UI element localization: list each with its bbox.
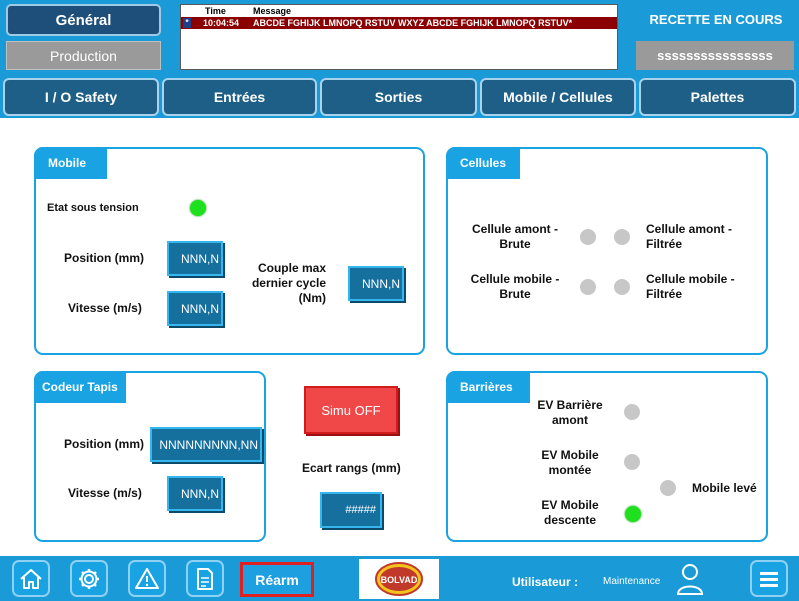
rearm-button[interactable]: Réarm	[240, 562, 314, 597]
tab-entrees[interactable]: Entrées	[162, 78, 317, 116]
ev-barriere-amont-label: EV Barrière amont	[537, 398, 603, 427]
cellule-amont-brute-label: Cellule amont - Brute	[471, 222, 558, 251]
message-col-time: Time	[205, 6, 226, 16]
mobile-vitesse-value: NNN,N	[167, 291, 223, 326]
mobile-panel: Mobile Etat sous tension Position (mm) N…	[34, 147, 425, 355]
user-icon[interactable]	[676, 562, 704, 596]
message-time: 10:04:54	[203, 18, 240, 28]
ecart-rangs-value[interactable]: #####	[320, 492, 382, 528]
codeur-tapis-panel: Codeur Tapis Position (mm) NNNNNNNNN,NN …	[34, 371, 266, 542]
codeur-position-label: Position (mm)	[64, 437, 144, 451]
cellule-amont-brute-led	[580, 229, 596, 245]
codeur-vitesse-label: Vitesse (m/s)	[68, 486, 142, 500]
message-header: Time Message	[181, 6, 617, 16]
cellule-mobile-filtree-label: Cellule mobile - Filtrée	[646, 272, 735, 301]
brand-logo: BOLVAD	[359, 559, 439, 599]
mobile-vitesse-label: Vitesse (m/s)	[68, 301, 142, 315]
home-button[interactable]	[12, 560, 50, 597]
ev-mobile-descente-led	[625, 506, 641, 522]
tab-sorties[interactable]: Sorties	[320, 78, 477, 116]
etat-sous-tension-led	[190, 200, 206, 216]
cellule-amont-filtree-label: Cellule amont - Filtrée	[646, 222, 733, 251]
user-value: Maintenance	[603, 576, 661, 587]
mobile-position-label: Position (mm)	[64, 251, 144, 265]
alarms-button[interactable]	[128, 560, 166, 597]
message-panel[interactable]: Time Message * 10:04:54 ABCDE FGHIJK LMN…	[180, 4, 618, 70]
etat-sous-tension-label: Etat sous tension	[47, 202, 139, 214]
ev-mobile-montee-led	[624, 454, 640, 470]
ecart-rangs-label: Ecart rangs (mm)	[302, 461, 401, 475]
tab-mobile-cellules[interactable]: Mobile / Cellules	[480, 78, 636, 116]
mobile-leve-led	[660, 480, 676, 496]
cellules-panel-title: Cellules	[446, 147, 520, 179]
cellules-panel: Cellules Cellule amont - Brute Cellule a…	[446, 147, 768, 355]
message-col-message: Message	[253, 6, 292, 16]
codeur-tapis-title: Codeur Tapis	[34, 371, 126, 403]
ev-mobile-descente-label: EV Mobile descente	[541, 498, 599, 527]
tab-io-safety[interactable]: I / O Safety	[3, 78, 159, 116]
tab-palettes[interactable]: Palettes	[639, 78, 796, 116]
mobile-panel-title: Mobile	[34, 147, 107, 179]
barrieres-panel: Barrières EV Barrière amont EV Mobile mo…	[446, 371, 768, 542]
logo-text: BOLVAD	[381, 575, 418, 585]
cellule-amont-filtree-led	[614, 229, 630, 245]
couple-max-value: NNN,N	[348, 266, 404, 301]
recipe-value: ssssssssssssssss	[636, 41, 794, 70]
tabs-bar: I / O Safety Entrées Sorties Mobile / Ce…	[0, 76, 799, 118]
top-bar: Général Production Time Message * 10:04:…	[0, 0, 799, 76]
production-button[interactable]: Production	[6, 41, 161, 70]
message-row[interactable]: * 10:04:54 ABCDE FGHIJK LMNOPQ RSTUV WXY…	[181, 17, 617, 29]
general-button[interactable]: Général	[6, 4, 161, 36]
ev-mobile-montee-label: EV Mobile montée	[541, 448, 599, 477]
simu-toggle-button[interactable]: Simu OFF	[304, 386, 398, 434]
mobile-leve-label: Mobile levé	[692, 481, 757, 495]
message-text: ABCDE FGHIJK LMNOPQ RSTUV WXYZ ABCDE FGH…	[253, 18, 573, 28]
menu-icon	[760, 571, 778, 587]
codeur-position-value: NNNNNNNNN,NN	[150, 427, 262, 462]
ev-barriere-amont-led	[624, 404, 640, 420]
bottom-bar: Réarm BOLVAD Utilisateur : Maintenance	[0, 556, 799, 601]
cellule-mobile-brute-label: Cellule mobile - Brute	[470, 272, 560, 301]
mobile-position-value: NNN,N	[167, 241, 223, 276]
bolvad-logo-icon: BOLVAD	[375, 562, 423, 596]
cellule-mobile-filtree-led	[614, 279, 630, 295]
barrieres-title: Barrières	[446, 371, 530, 403]
codeur-vitesse-value: NNN,N	[167, 476, 223, 511]
cellule-mobile-brute-led	[580, 279, 596, 295]
document-icon	[197, 567, 213, 590]
gear-icon	[79, 568, 99, 589]
settings-button[interactable]	[70, 560, 108, 597]
couple-max-label: Couple max dernier cycle (Nm)	[251, 261, 326, 305]
user-label: Utilisateur :	[512, 575, 579, 589]
home-icon	[20, 568, 42, 589]
recipe-title: RECETTE EN COURS	[649, 12, 783, 27]
menu-button[interactable]	[750, 560, 788, 597]
documents-button[interactable]	[186, 560, 224, 597]
warning-icon	[135, 567, 159, 589]
message-marker: *	[183, 18, 191, 28]
